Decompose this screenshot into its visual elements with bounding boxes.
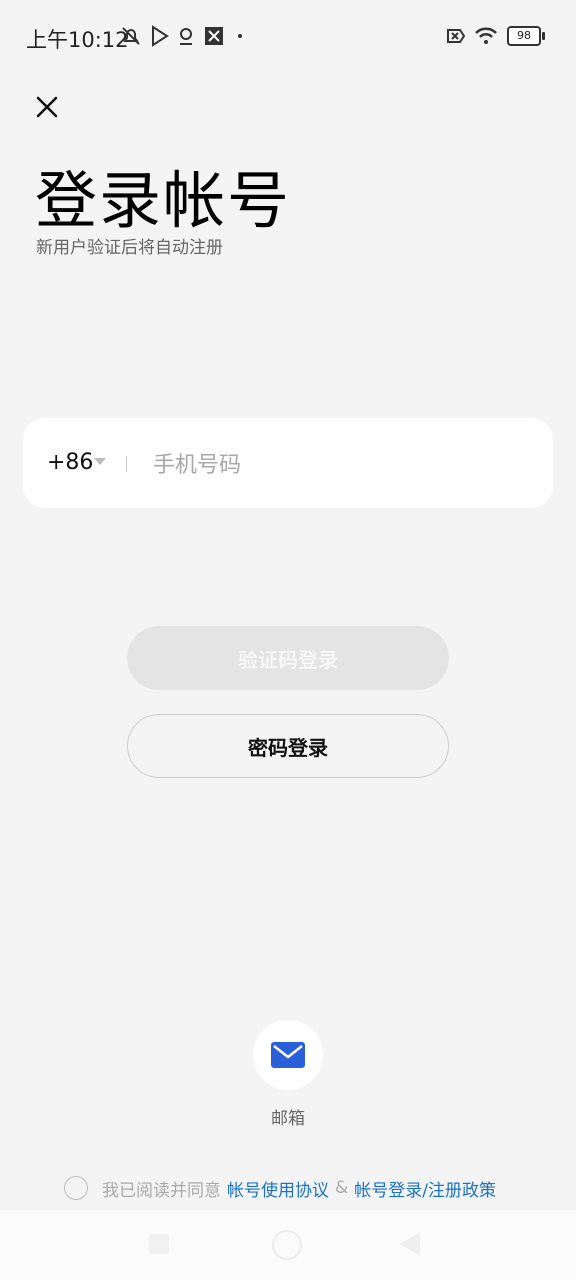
recent-apps-button[interactable]	[149, 1234, 169, 1254]
sim-x-icon	[447, 29, 466, 43]
user-agreement-link[interactable]: 帐号使用协议	[227, 1176, 329, 1201]
agreement-text: 我已阅读并同意	[102, 1180, 221, 1201]
mail-icon	[271, 1042, 305, 1068]
battery-icon: 98	[507, 26, 545, 46]
email-login-label: 邮箱	[271, 1109, 305, 1129]
close-icon[interactable]	[30, 90, 64, 124]
email-login-button[interactable]	[253, 1020, 323, 1090]
phone-input-card: +86	[23, 418, 553, 508]
dot-icon	[238, 34, 242, 38]
play-store-icon	[152, 25, 169, 47]
back-button[interactable]	[400, 1232, 420, 1256]
status-bar: 上午10:12 98	[0, 0, 576, 72]
navigation-bar	[0, 1210, 576, 1280]
wifi-icon	[475, 27, 497, 44]
code-login-button[interactable]: 验证码登录	[127, 626, 449, 690]
agreement-checkbox[interactable]	[64, 1176, 88, 1200]
privacy-policy-link[interactable]: 帐号登录/注册政策	[354, 1176, 496, 1201]
app-icon	[205, 27, 223, 45]
agreement-row: 我已阅读并同意 帐号使用协议 & 帐号登录/注册政策	[64, 1174, 496, 1202]
status-time: 上午10:12	[26, 28, 129, 52]
password-login-button[interactable]: 密码登录	[127, 714, 449, 778]
page-title: 登录帐号	[35, 164, 292, 237]
home-button[interactable]	[272, 1230, 302, 1260]
country-code-selector[interactable]: +86	[47, 450, 93, 475]
location-icon	[180, 28, 192, 45]
agreement-ampersand: &	[335, 1178, 349, 1198]
page-subtitle: 新用户验证后将自动注册	[36, 238, 223, 258]
phone-number-input[interactable]	[151, 444, 535, 486]
mute-bell-icon	[122, 27, 140, 45]
divider	[126, 456, 127, 472]
chevron-down-icon[interactable]	[94, 458, 106, 465]
